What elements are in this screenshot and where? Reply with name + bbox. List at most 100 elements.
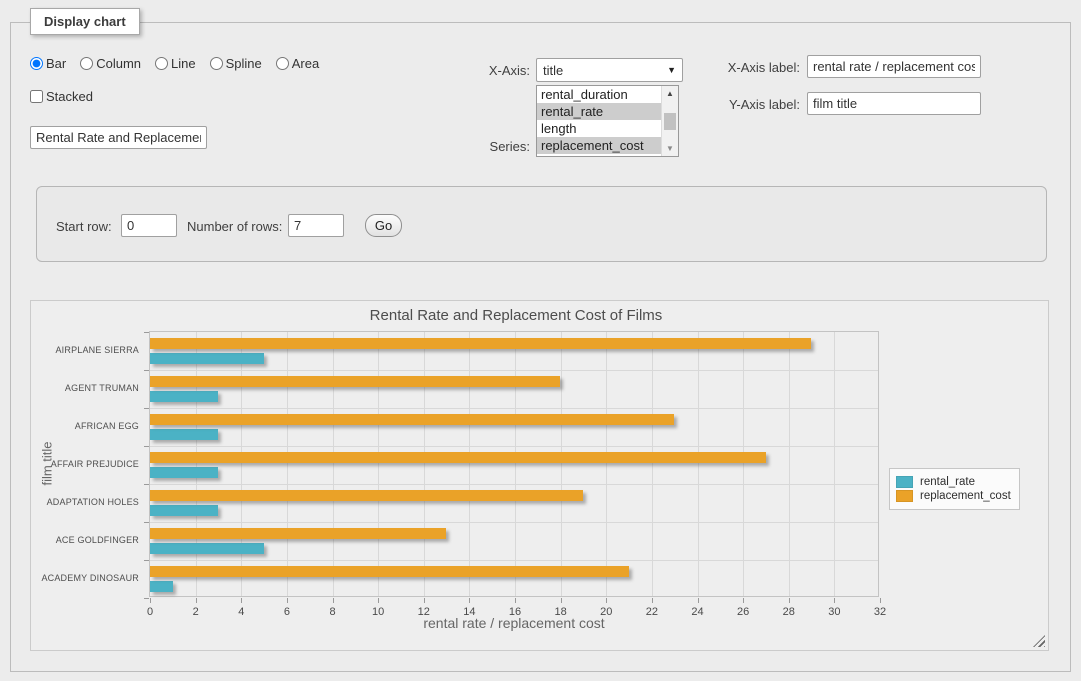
gridline	[287, 332, 288, 596]
x-tick	[698, 598, 699, 603]
gridline	[378, 332, 379, 596]
start-row-label: Start row:	[56, 219, 112, 234]
x-axis-selected-value: title	[543, 63, 667, 78]
stacked-checkbox[interactable]	[30, 90, 43, 103]
gridline	[196, 332, 197, 596]
category-label: ACE GOLDFINGER	[56, 535, 139, 545]
x-tick	[287, 598, 288, 603]
y-tick	[144, 408, 149, 409]
fieldset-legend: Display chart	[30, 8, 140, 35]
radio-area-input[interactable]	[276, 57, 289, 70]
bar-rental_rate	[150, 543, 264, 554]
radio-spline[interactable]: Spline	[210, 56, 262, 71]
series-select-label: Series:	[430, 139, 530, 154]
scroll-down-icon[interactable]: ▼	[662, 141, 678, 156]
row-range-panel: Start row: Number of rows: Go	[36, 186, 1047, 262]
x-tick	[333, 598, 334, 603]
bar-rental_rate	[150, 505, 218, 516]
x-tick	[789, 598, 790, 603]
x-axis-select[interactable]: title ▼	[536, 58, 683, 82]
radio-area[interactable]: Area	[276, 56, 319, 71]
bar-replacement_cost	[150, 414, 674, 425]
x-tick	[469, 598, 470, 603]
bar-rental_rate	[150, 353, 264, 364]
bar-rental_rate	[150, 467, 218, 478]
y-tick	[144, 332, 149, 333]
series-option[interactable]: replacement_cost	[537, 137, 661, 154]
chart-type-radio-group: Bar Column Line Spline Area	[30, 56, 327, 71]
y-tick	[144, 598, 149, 599]
gridline	[150, 408, 878, 409]
bar-replacement_cost	[150, 566, 629, 577]
gridline	[834, 332, 835, 596]
x-tick	[241, 598, 242, 603]
x-axis-label-input[interactable]	[807, 55, 981, 78]
number-of-rows-input[interactable]	[288, 214, 344, 237]
radio-line[interactable]: Line	[155, 56, 196, 71]
series-scrollbar[interactable]: ▲ ▼	[661, 86, 678, 156]
bar-replacement_cost	[150, 490, 583, 501]
x-tick	[561, 598, 562, 603]
go-button[interactable]: Go	[365, 214, 402, 237]
radio-spline-input[interactable]	[210, 57, 223, 70]
bar-replacement_cost	[150, 452, 766, 463]
scrollbar-thumb[interactable]	[664, 113, 676, 130]
chart-title-input[interactable]	[30, 126, 207, 149]
gridline	[333, 332, 334, 596]
gridline	[652, 332, 653, 596]
series-multiselect[interactable]: rental_durationrental_ratelengthreplacem…	[536, 85, 679, 157]
x-axis-select-label: X-Axis:	[430, 63, 530, 78]
stacked-checkbox-label[interactable]: Stacked	[30, 89, 93, 104]
gridline	[150, 560, 878, 561]
scroll-up-icon[interactable]: ▲	[662, 86, 678, 101]
bar-rental_rate	[150, 391, 218, 402]
gridline	[515, 332, 516, 596]
y-tick	[144, 522, 149, 523]
legend-label: replacement_cost	[920, 490, 1011, 502]
x-axis-label-field-label: X-Axis label:	[702, 60, 800, 75]
resize-handle-icon[interactable]	[1033, 635, 1045, 647]
series-option[interactable]: length	[537, 120, 661, 137]
radio-bar-input[interactable]	[30, 57, 43, 70]
legend-entry: rental_rate	[896, 476, 1011, 488]
start-row-input[interactable]	[121, 214, 177, 237]
number-of-rows-label: Number of rows:	[187, 219, 282, 234]
stacked-row: Stacked	[30, 89, 101, 104]
gridline	[150, 446, 878, 447]
series-options: rental_durationrental_ratelengthreplacem…	[537, 86, 661, 156]
gridline	[424, 332, 425, 596]
x-tick	[652, 598, 653, 603]
gridline	[241, 332, 242, 596]
radio-line-input[interactable]	[155, 57, 168, 70]
bar-replacement_cost	[150, 338, 811, 349]
x-tick	[424, 598, 425, 603]
category-label: AIRPLANE SIERRA	[55, 345, 139, 355]
y-tick	[144, 484, 149, 485]
gridline	[150, 484, 878, 485]
radio-bar[interactable]: Bar	[30, 56, 66, 71]
y-axis-label-field-label: Y-Axis label:	[702, 97, 800, 112]
x-tick	[606, 598, 607, 603]
legend-label: rental_rate	[920, 476, 975, 488]
radio-column-input[interactable]	[80, 57, 93, 70]
legend-entry: replacement_cost	[896, 490, 1011, 502]
chart-container: Rental Rate and Replacement Cost of Film…	[30, 300, 1049, 651]
category-label: AGENT TRUMAN	[65, 383, 139, 393]
x-tick	[515, 598, 516, 603]
category-label: ACADEMY DINOSAUR	[41, 573, 139, 583]
y-tick	[144, 370, 149, 371]
legend-swatch-icon	[896, 476, 913, 488]
bar-replacement_cost	[150, 376, 560, 387]
gridline	[698, 332, 699, 596]
radio-column[interactable]: Column	[80, 56, 141, 71]
x-tick	[834, 598, 835, 603]
series-option[interactable]: rental_duration	[537, 86, 661, 103]
x-tick	[150, 598, 151, 603]
category-label: AFFAIR PREJUDICE	[51, 459, 139, 469]
x-tick	[743, 598, 744, 603]
series-option[interactable]: rental_rate	[537, 103, 661, 120]
bar-replacement_cost	[150, 528, 446, 539]
chart-legend: rental_rate replacement_cost	[889, 468, 1020, 510]
y-axis-label-input[interactable]	[807, 92, 981, 115]
gridline	[469, 332, 470, 596]
